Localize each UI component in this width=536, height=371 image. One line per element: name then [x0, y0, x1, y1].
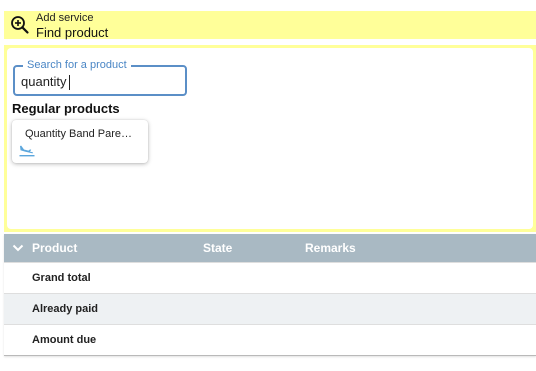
table-row-already-paid: Already paid — [4, 293, 536, 324]
column-header-product[interactable]: Product — [32, 241, 77, 255]
search-field-label: Search for a product — [23, 58, 131, 72]
chevron-down-icon[interactable] — [11, 241, 25, 255]
results-heading: Regular products — [12, 101, 120, 116]
row-label: Already paid — [32, 303, 99, 315]
page-title: Find product — [36, 24, 109, 40]
text-caret — [69, 75, 70, 90]
flight-land-icon — [19, 145, 35, 157]
column-header-state[interactable]: State — [203, 241, 232, 255]
table-row-amount-due: Amount due — [4, 324, 536, 355]
price-summary-table: Product State Remarks Grand total Alread… — [4, 234, 536, 356]
table-row-grand-total: Grand total — [4, 262, 536, 293]
row-label: Grand total — [32, 272, 91, 284]
product-result-card[interactable]: Quantity Band Pare… — [12, 120, 148, 163]
zoom-in-button[interactable] — [4, 11, 36, 39]
table-header: Product State Remarks — [4, 234, 536, 262]
add-service-dialog: Add service Find product Search for a pr… — [0, 0, 536, 371]
row-label: Amount due — [32, 334, 97, 346]
column-header-remarks[interactable]: Remarks — [305, 241, 356, 255]
search-panel: Search for a product Regular products Qu… — [4, 45, 536, 232]
header-subtitle: Add service — [36, 11, 94, 24]
product-name: Quantity Band Pare… — [25, 128, 133, 140]
search-input[interactable] — [21, 72, 181, 90]
zoom-in-icon — [11, 16, 29, 34]
search-panel-content: Search for a product Regular products Qu… — [7, 48, 533, 229]
header-titles: Add service Find product — [36, 12, 108, 39]
product-search-field[interactable]: Search for a product — [13, 58, 187, 96]
header-bar: Add service Find product — [4, 11, 536, 39]
